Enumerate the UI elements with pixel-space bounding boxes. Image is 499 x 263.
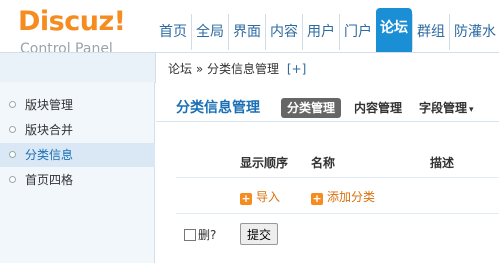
nav-content[interactable]: 内容	[265, 14, 302, 50]
logo: Discuz! Control Panel	[15, 4, 145, 56]
add-shortcut-button[interactable]: [+]	[287, 62, 306, 76]
import-label: 导入	[256, 190, 281, 204]
sidebar-item-forum-manage[interactable]: 版块管理	[0, 93, 155, 117]
page-title: 分类信息管理	[176, 100, 260, 116]
delete-checkbox[interactable]	[184, 229, 196, 241]
bullet-icon	[9, 126, 16, 133]
sidebar-item-thread-types[interactable]: 分类信息	[0, 143, 155, 167]
sidebar: 版块管理 版块合并 分类信息 首页四格	[0, 82, 155, 263]
tab-category-manage[interactable]: 分类管理	[281, 98, 342, 118]
nav-global[interactable]: 全局	[191, 14, 228, 50]
import-button[interactable]: + 导入	[240, 189, 280, 205]
column-description: 描述	[430, 156, 455, 170]
delete-option: 删?	[184, 226, 216, 243]
nav-safe[interactable]: 防灌水	[449, 14, 499, 50]
bullet-icon	[9, 151, 16, 158]
plus-icon: +	[311, 192, 323, 205]
nav-forum[interactable]: 论坛	[376, 8, 412, 52]
delete-label: 删?	[198, 228, 217, 242]
logo-text: Discuz!	[18, 6, 126, 37]
sidebar-item-label: 首页四格	[25, 173, 74, 187]
sub-header: 论坛 » 分类信息管理 [+]	[0, 52, 499, 83]
submit-button[interactable]: 提交	[240, 223, 279, 245]
column-name: 名称	[311, 156, 336, 170]
breadcrumb: 论坛 » 分类信息管理 [+]	[168, 60, 306, 77]
main-header: 分类信息管理 分类管理 内容管理 字段管理 ▾	[156, 94, 499, 122]
breadcrumb-current: 分类信息管理	[207, 62, 280, 76]
row-divider	[176, 177, 499, 178]
nav-style[interactable]: 界面	[228, 14, 265, 50]
breadcrumb-parent[interactable]: 论坛	[168, 62, 192, 76]
header: Discuz! Control Panel 首页 全局 界面 内容 用户 门户 …	[0, 0, 499, 56]
sidebar-item-forum-merge[interactable]: 版块合并	[0, 118, 155, 142]
sidebar-item-label: 版块管理	[25, 98, 74, 112]
bullet-icon	[9, 101, 16, 108]
column-order: 显示顺序	[240, 156, 289, 170]
sidebar-item-grid[interactable]: 首页四格	[0, 168, 155, 192]
sidebar-item-label: 分类信息	[25, 148, 74, 162]
sidebar-item-label: 版块合并	[25, 123, 74, 137]
tab-label: 字段管理	[419, 101, 468, 115]
plus-icon: +	[240, 192, 252, 205]
nav-portal[interactable]: 门户	[339, 14, 376, 50]
tab-content-manage[interactable]: 内容管理	[354, 98, 402, 118]
tab-field-manage[interactable]: 字段管理 ▾	[419, 98, 474, 118]
breadcrumb-separator: »	[195, 62, 204, 76]
bullet-icon	[9, 176, 16, 183]
nav-user[interactable]: 用户	[302, 14, 339, 50]
breadcrumb-area: 论坛 » 分类信息管理 [+]	[155, 53, 499, 83]
row-divider	[176, 213, 499, 214]
nav-home[interactable]: 首页	[155, 14, 191, 50]
chevron-down-icon: ▾	[469, 105, 474, 115]
main-panel: 分类信息管理 分类管理 内容管理 字段管理 ▾ 显示顺序 名称 描述 + 导入 + 添…	[156, 82, 499, 263]
add-category-button[interactable]: + 添加分类	[311, 189, 375, 205]
nav-group[interactable]: 群组	[412, 14, 449, 50]
add-category-label: 添加分类	[327, 190, 376, 204]
top-nav: 首页 全局 界面 内容 用户 门户 论坛 群组 防灌水	[155, 8, 499, 52]
